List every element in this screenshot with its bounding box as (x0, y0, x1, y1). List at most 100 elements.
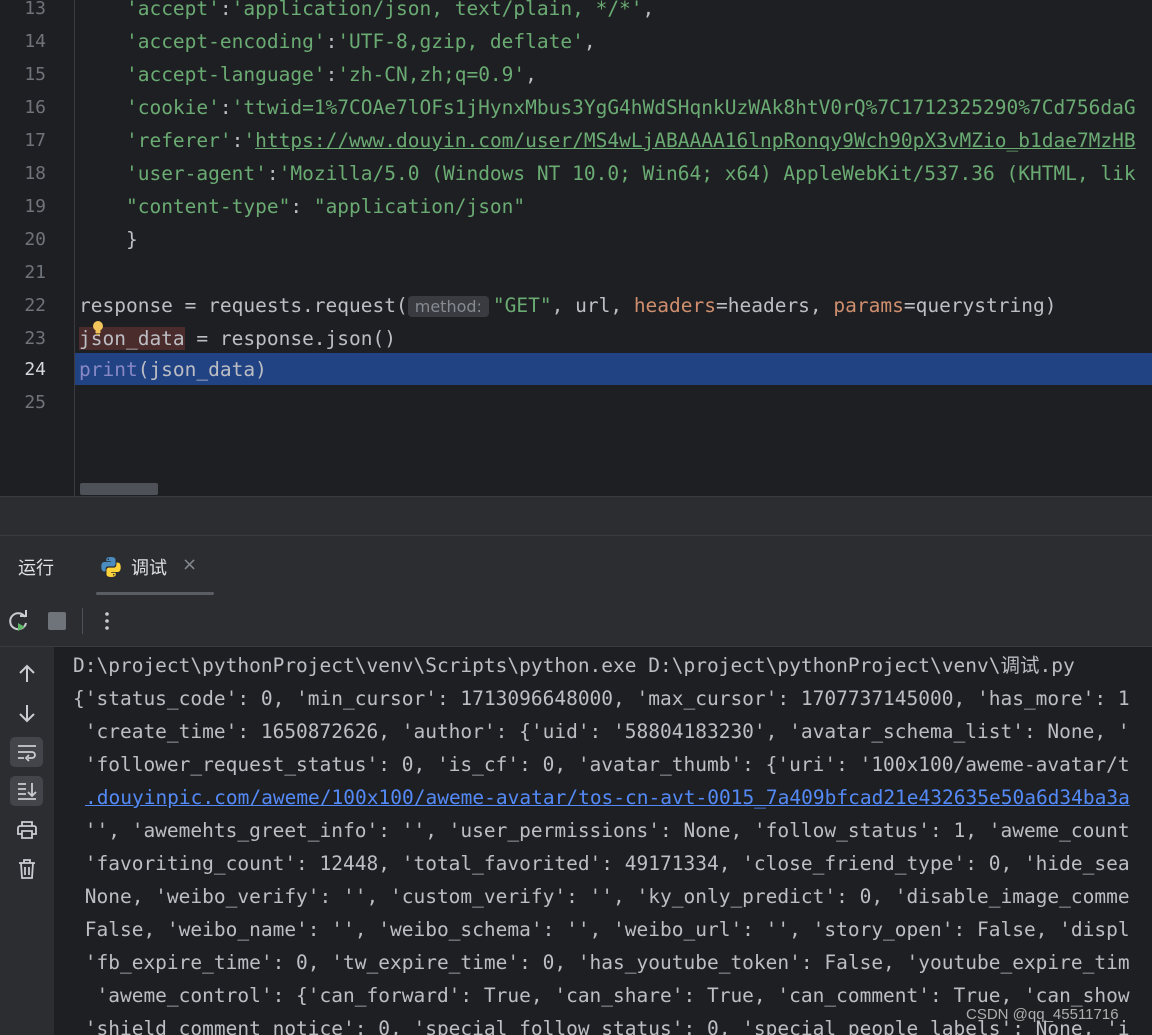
code-text: , url, (551, 294, 634, 317)
dict-value: 'UTF-8,gzip, deflate' (337, 30, 584, 53)
console-output[interactable]: D:\project\pythonProject\venv\Scripts\py… (54, 647, 1152, 1035)
line-number: 16 (24, 97, 46, 118)
dict-value: 'zh-CN,zh;q=0.9' (337, 63, 526, 86)
line-number: 21 (24, 262, 46, 283)
code-editor[interactable]: 13 14 15 16 17 18 19 20 21 22 23 24 25 '… (0, 0, 1152, 497)
line-number: 17 (24, 130, 46, 151)
print-button[interactable] (10, 815, 43, 845)
code-text: = response.json() (184, 327, 396, 350)
python-icon (101, 557, 121, 577)
dict-key: 'user-agent' (125, 162, 267, 185)
line-number: 15 (24, 64, 46, 85)
stop-icon[interactable] (44, 608, 70, 634)
builtin-function: print (79, 358, 138, 381)
dict-value: 'application/json, text/plain, */*' (231, 0, 643, 20)
dict-value: 'ttwid=1%7COAe7lOFs1jHynxMbus3YgG4hWdSHq… (231, 96, 1136, 119)
line-number: 19 (24, 196, 46, 217)
console-side-toolbar (0, 647, 54, 1035)
horizontal-scrollbar[interactable] (80, 483, 158, 495)
comma: , (525, 63, 537, 86)
code-line: 'referer':'https://www.douyin.com/user/M… (79, 124, 1136, 157)
console-line-command: D:\project\pythonProject\venv\Scripts\py… (73, 654, 1075, 677)
url-link[interactable]: .douyinpic.com/aweme/100x100/aweme-avata… (85, 786, 1130, 809)
console-line: '', 'awemehts_greet_info': '', 'user_per… (73, 819, 1130, 842)
code-line: 'cookie':'ttwid=1%7COAe7lOFs1jHynxMbus3Y… (79, 91, 1136, 124)
watermark: CSDN @qq_45511716 (966, 1006, 1119, 1023)
quote: ' (243, 129, 256, 152)
soft-wrap-icon (18, 745, 36, 762)
run-window-title: 运行 (18, 558, 54, 579)
line-number-gutter: 13 14 15 16 17 18 19 20 21 22 23 24 25 (0, 0, 74, 497)
line-number: 13 (24, 0, 46, 19)
console-line: 'create_time': 1650872626, 'author': {'u… (73, 720, 1130, 743)
colon: : (219, 96, 232, 119)
code-line: 'accept-language':'zh-CN,zh;q=0.9', (79, 58, 537, 91)
dict-key: 'accept-encoding' (125, 30, 326, 53)
panel-splitter[interactable] (0, 497, 1152, 535)
console-line: False, 'weibo_name': '', 'weibo_schema':… (73, 918, 1130, 941)
comma: , (642, 0, 655, 20)
line-number: 25 (24, 392, 46, 413)
line-number: 18 (24, 163, 46, 184)
colon: : (266, 162, 279, 185)
string-literal: "GET" (492, 294, 552, 317)
scroll-to-end-toggle[interactable] (10, 776, 43, 806)
colon: : (325, 30, 338, 53)
gutter-divider (74, 0, 75, 497)
lightbulb-icon[interactable] (92, 321, 104, 335)
parameter-hint: method: (407, 296, 489, 317)
code-text: (json_data) (137, 358, 267, 381)
run-toolbar (0, 596, 1152, 647)
run-toolwindow-header: 运行 调试 × (0, 535, 1152, 597)
closing-brace: } (125, 228, 138, 251)
console-line: None, 'weibo_verify': '', 'custom_verify… (73, 885, 1130, 908)
line-number-current: 24 (24, 359, 46, 380)
scroll-down-button[interactable] (10, 698, 43, 728)
more-vertical-icon[interactable] (94, 608, 120, 634)
keyword-argument: headers (633, 294, 716, 317)
arrow-down-icon (19, 705, 35, 723)
arrow-up-icon (19, 664, 35, 682)
code-line: "content-type": "application/json" (79, 190, 525, 223)
console-line: 'follower_request_status': 0, 'is_cf': 0… (73, 753, 1130, 776)
console-link[interactable]: .douyinpic.com/aweme/100x100/aweme-avata… (85, 781, 1130, 814)
trash-icon (19, 859, 35, 879)
console-line: 'fb_expire_time': 0, 'tw_expire_time': 0… (73, 951, 1130, 974)
console-line: {'status_code': 0, 'min_cursor': 1713096… (73, 687, 1130, 710)
code-line: json_data = response.json() (79, 322, 396, 355)
code-text: =querystring) (903, 294, 1057, 317)
dict-key: 'accept-language' (125, 63, 326, 86)
dict-value: "application/json" (313, 195, 526, 218)
dict-key: 'accept' (125, 0, 220, 20)
soft-wrap-toggle[interactable] (10, 737, 43, 767)
console-line: 'favoriting_count': 12448, 'total_favori… (73, 852, 1130, 875)
code-text: response = requests.request( (79, 294, 408, 317)
tab-run-config[interactable]: 调试 × (90, 536, 214, 596)
active-tab-indicator (96, 592, 214, 595)
code-line: 'user-agent':'Mozilla/5.0 (Windows NT 10… (79, 157, 1136, 190)
code-line: response = requests.request(method: "GET"… (79, 289, 1056, 322)
colon: : (219, 0, 232, 20)
scroll-to-end-icon (18, 783, 37, 800)
dict-key: 'cookie' (125, 96, 220, 119)
print-icon (17, 821, 37, 839)
line-number: 20 (24, 229, 46, 250)
toolbar-separator (82, 608, 83, 634)
code-line: } (79, 223, 138, 256)
clear-all-button[interactable] (10, 854, 43, 884)
scroll-up-button[interactable] (10, 659, 43, 689)
colon: : (325, 63, 338, 86)
code-line-current: print(json_data) (79, 353, 267, 386)
tab-label: 调试 (131, 558, 167, 579)
code-text: =headers, (716, 294, 834, 317)
line-number: 23 (24, 328, 46, 349)
line-number: 14 (24, 31, 46, 52)
close-icon[interactable]: × (182, 554, 197, 575)
dict-value: 'Mozilla/5.0 (Windows NT 10.0; Win64; x6… (278, 162, 1136, 185)
colon: : (231, 129, 244, 152)
line-number: 22 (24, 295, 46, 316)
dict-key: 'referer' (125, 129, 232, 152)
comma: , (583, 30, 596, 53)
rerun-icon[interactable] (6, 608, 32, 634)
url-link[interactable]: https://www.douyin.com/user/MS4wLjABAAAA… (255, 129, 1136, 152)
